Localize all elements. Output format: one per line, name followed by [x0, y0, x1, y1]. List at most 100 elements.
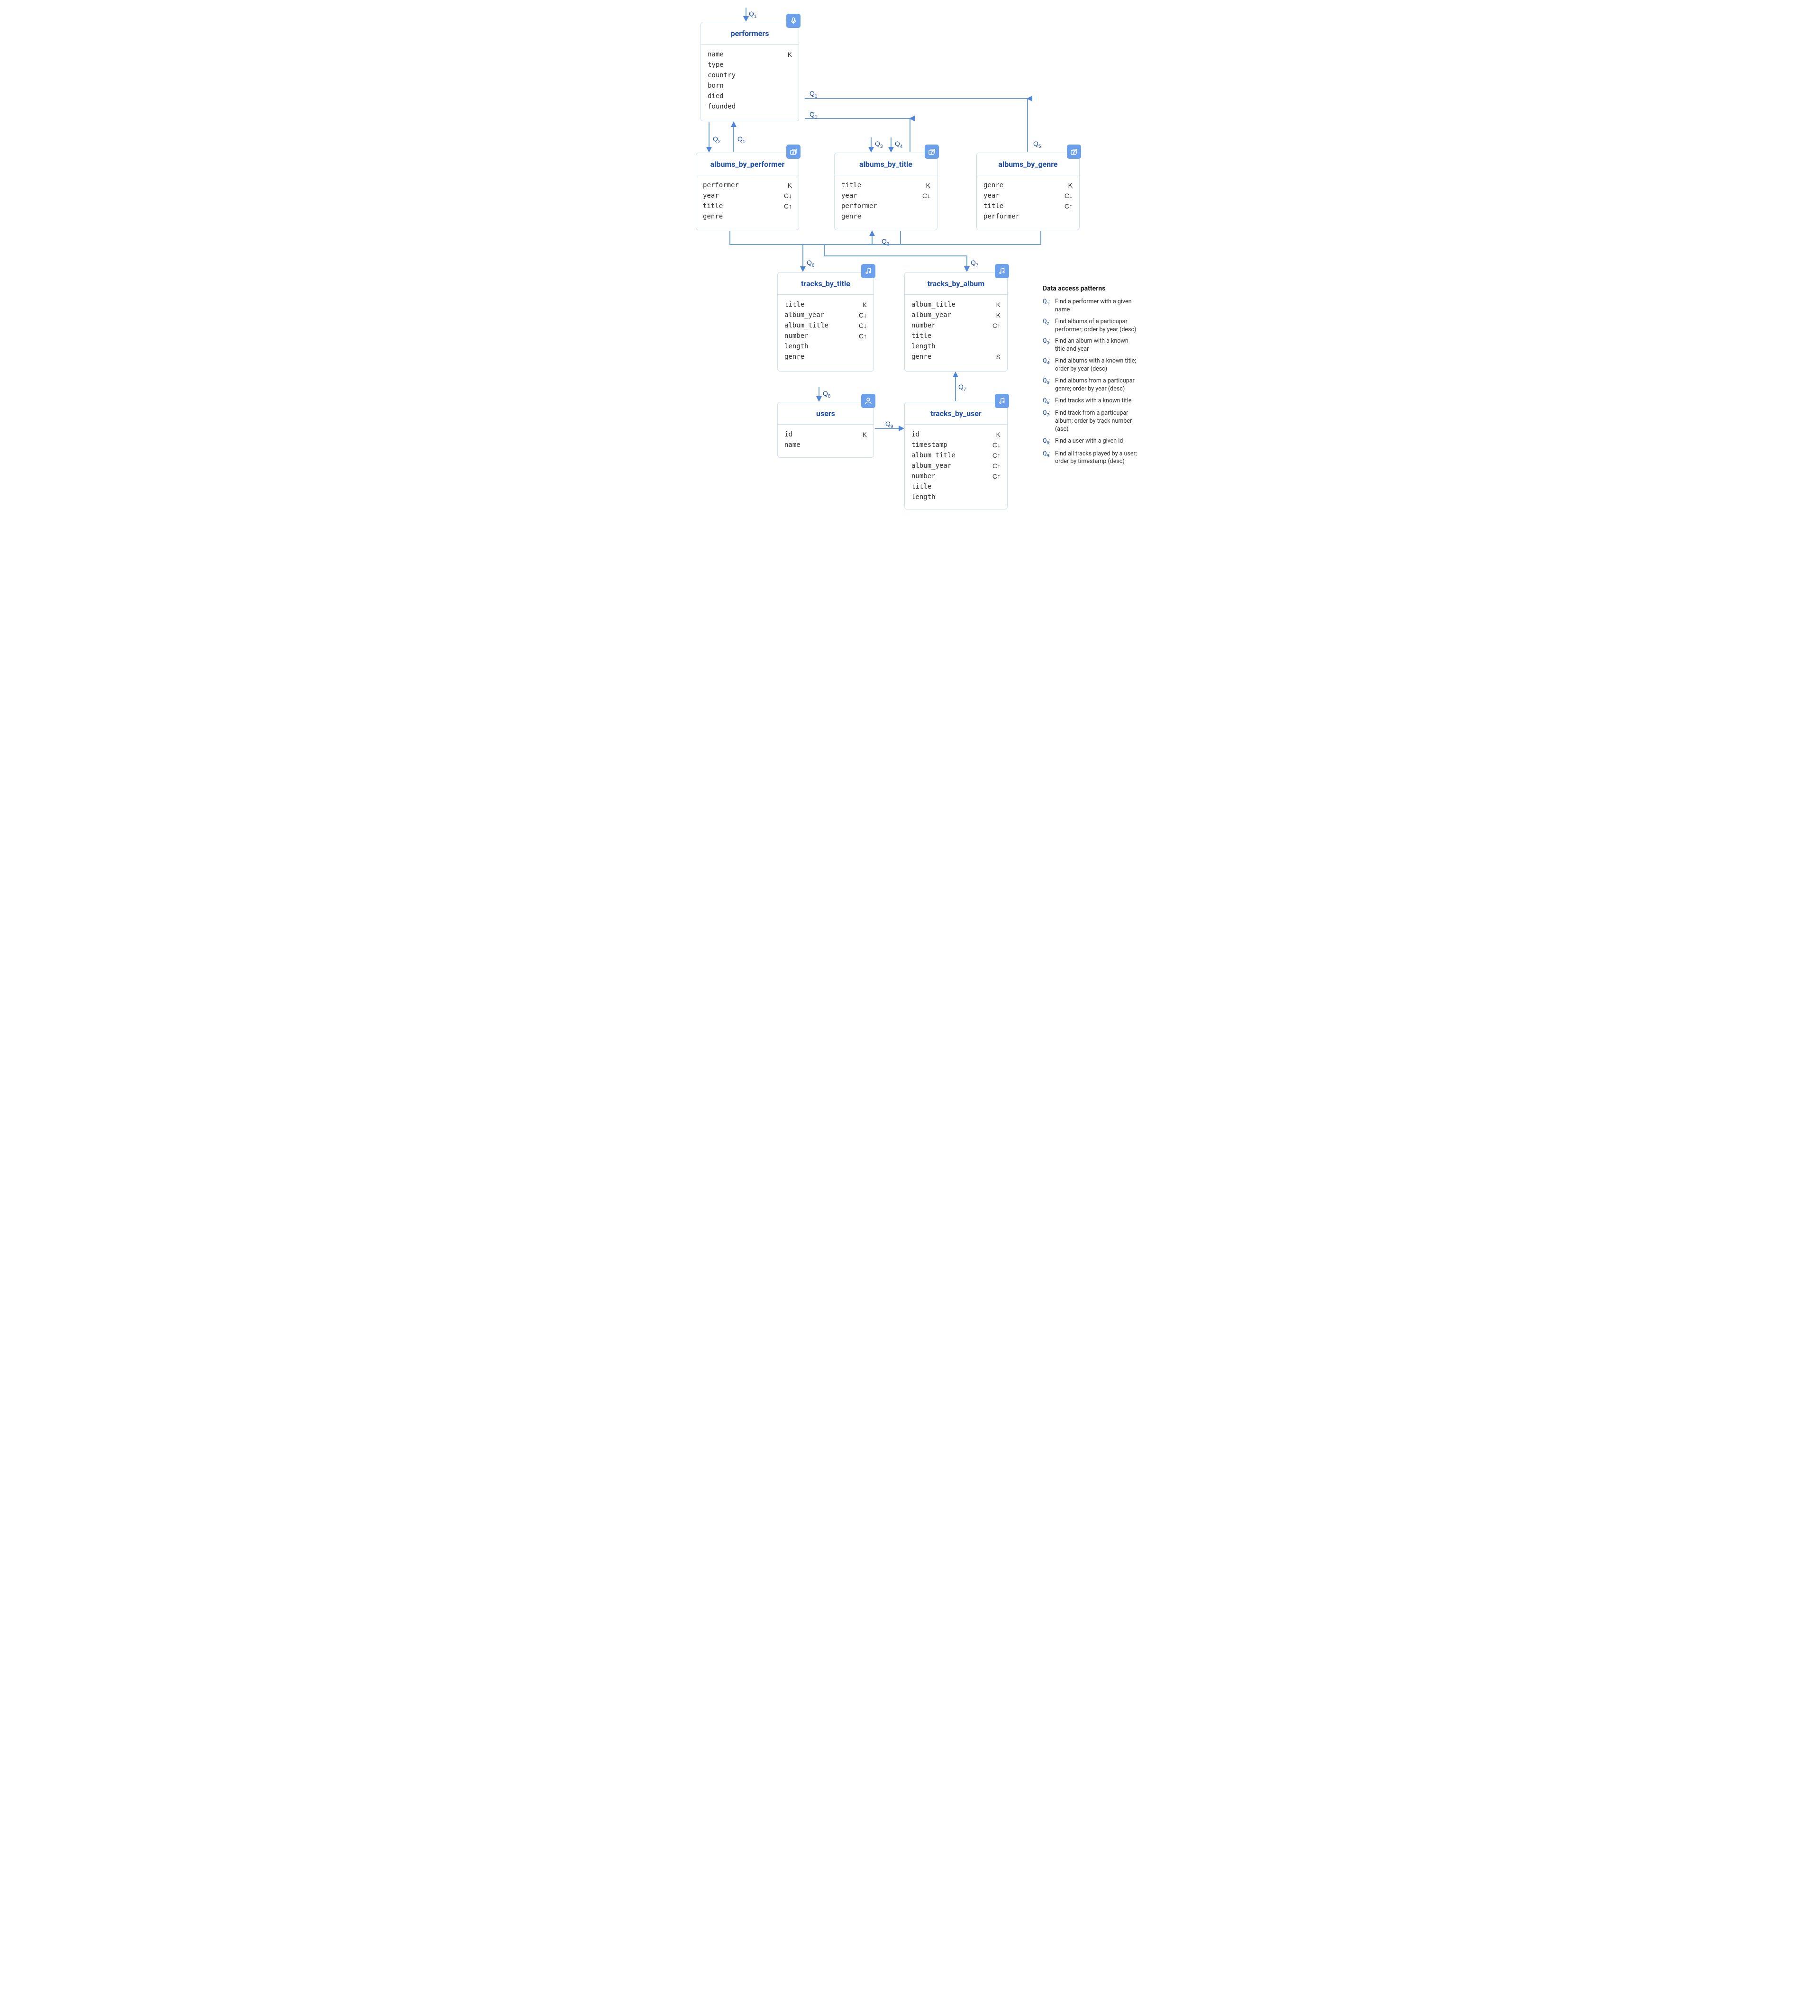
entity-fields: idKtimestampC↓album_titleC↑album_yearC↑n…	[905, 425, 1007, 509]
field-key-marker: K	[1060, 182, 1073, 189]
entity-title-text: performers	[731, 29, 769, 38]
legend-query-label: Q6:	[1043, 397, 1055, 406]
legend-item: Q1:Find a performer with a given name	[1043, 298, 1138, 314]
query-label: Q3	[875, 140, 883, 149]
field-row: yearC↓	[983, 191, 1073, 201]
field-row: genre	[784, 352, 867, 362]
field-row: length	[911, 492, 1001, 502]
microphone-icon	[786, 14, 801, 28]
entity-fields: album_titleKalbum_yearKnumberC↑titleleng…	[905, 295, 1007, 369]
field-key-marker: C↓	[855, 311, 867, 319]
query-label: Q9	[885, 420, 893, 429]
field-row: timestampC↓	[911, 440, 1001, 450]
field-row: idK	[784, 429, 867, 440]
field-name: album_year	[911, 311, 988, 319]
field-name: name	[784, 441, 855, 449]
field-name: genre	[983, 182, 1060, 189]
entity-title: albums_by_title	[835, 153, 937, 175]
field-row: numberC↑	[784, 331, 867, 341]
field-name: year	[703, 192, 780, 200]
legend-item: Q5:Find albums from a particupar genre; …	[1043, 377, 1138, 393]
field-key-marker: C↓	[918, 192, 930, 200]
field-name: genre	[703, 213, 780, 220]
field-row: genreK	[983, 180, 1073, 191]
field-name: genre	[911, 353, 988, 361]
field-name: genre	[841, 213, 918, 220]
field-row: album_titleC↑	[911, 450, 1001, 461]
field-row: name	[784, 440, 867, 450]
field-row: country	[708, 70, 792, 81]
entity-albums-by-title: albums_by_title titleKyearC↓performergen…	[834, 153, 937, 230]
field-name: title	[784, 301, 855, 309]
albums-icon	[925, 145, 939, 159]
music-icon	[995, 264, 1009, 278]
field-name: length	[911, 493, 988, 501]
field-row: numberC↑	[911, 320, 1001, 331]
legend-query-text: Find tracks with a known title	[1055, 397, 1138, 406]
legend-query-label: Q8:	[1043, 437, 1055, 446]
query-label: Q7	[958, 383, 966, 392]
field-name: founded	[708, 103, 780, 110]
field-name: length	[784, 343, 855, 350]
field-name: title	[841, 182, 918, 189]
field-row: numberC↑	[911, 471, 1001, 481]
query-label: Q1	[749, 10, 756, 19]
legend-query-text: Find albums with a known title; order by…	[1055, 357, 1138, 373]
field-row: performerK	[703, 180, 792, 191]
field-name: number	[784, 332, 855, 340]
field-row: title	[911, 481, 1001, 492]
field-row: type	[708, 60, 792, 70]
legend-item: Q6:Find tracks with a known title	[1043, 397, 1138, 406]
field-name: album_year	[911, 462, 988, 470]
field-row: nameK	[708, 49, 792, 60]
entity-users: users idKname	[777, 402, 874, 458]
field-row: founded	[708, 101, 792, 112]
field-row: genreS	[911, 352, 1001, 362]
field-name: number	[911, 322, 988, 329]
field-row: died	[708, 91, 792, 101]
field-name: id	[911, 431, 988, 438]
entity-tracks-by-user: tracks_by_user idKtimestampC↓album_title…	[904, 402, 1008, 509]
music-icon	[861, 264, 875, 278]
entity-title-text: albums_by_performer	[710, 160, 785, 169]
field-name: album_title	[911, 452, 988, 459]
legend-query-label: Q4:	[1043, 357, 1055, 373]
field-name: year	[983, 192, 1060, 200]
field-name: name	[708, 51, 780, 58]
field-row: length	[911, 341, 1001, 352]
entity-fields: nameKtypecountryborndied founded	[701, 45, 799, 118]
field-key-marker: K	[855, 301, 867, 309]
legend-query-label: Q1:	[1043, 298, 1055, 314]
field-name: album_title	[911, 301, 988, 309]
field-name: performer	[703, 182, 780, 189]
field-name: timestamp	[911, 441, 988, 449]
query-label: Q3	[882, 237, 889, 247]
query-label: Q8	[823, 390, 830, 399]
field-row: album_yearC↓	[784, 310, 867, 320]
field-name: title	[983, 202, 1060, 210]
query-label: Q6	[807, 259, 814, 268]
entity-fields: performerKyearC↓titleC↑genre	[696, 175, 799, 228]
legend-query-label: Q7:	[1043, 409, 1055, 434]
field-key-marker: C↑	[1060, 202, 1073, 210]
field-key-marker: S	[988, 353, 1001, 361]
field-name: genre	[784, 353, 855, 361]
legend-query-text: Find albums of a particupar performer; o…	[1055, 318, 1138, 334]
field-key-marker: K	[988, 301, 1001, 309]
entity-title: users	[778, 402, 874, 425]
field-key-marker: C↑	[780, 202, 792, 210]
music-icon	[995, 394, 1009, 408]
field-key-marker: K	[918, 182, 930, 189]
field-row: album_yearK	[911, 310, 1001, 320]
albums-icon	[786, 145, 801, 159]
diagram-canvas: performers nameKtypecountryborndiedfound…	[682, 0, 1138, 502]
field-name: title	[911, 332, 988, 340]
field-name: year	[841, 192, 918, 200]
entity-albums-by-genre: albums_by_genre genreKyearC↓titleC↑perfo…	[976, 153, 1080, 230]
entity-fields: idKname	[778, 425, 874, 457]
field-key-marker: C↑	[988, 452, 1001, 459]
query-label: Q1	[737, 135, 745, 145]
query-label: Q1	[810, 110, 817, 120]
field-row: performer	[983, 211, 1073, 222]
field-name: born	[708, 82, 780, 90]
